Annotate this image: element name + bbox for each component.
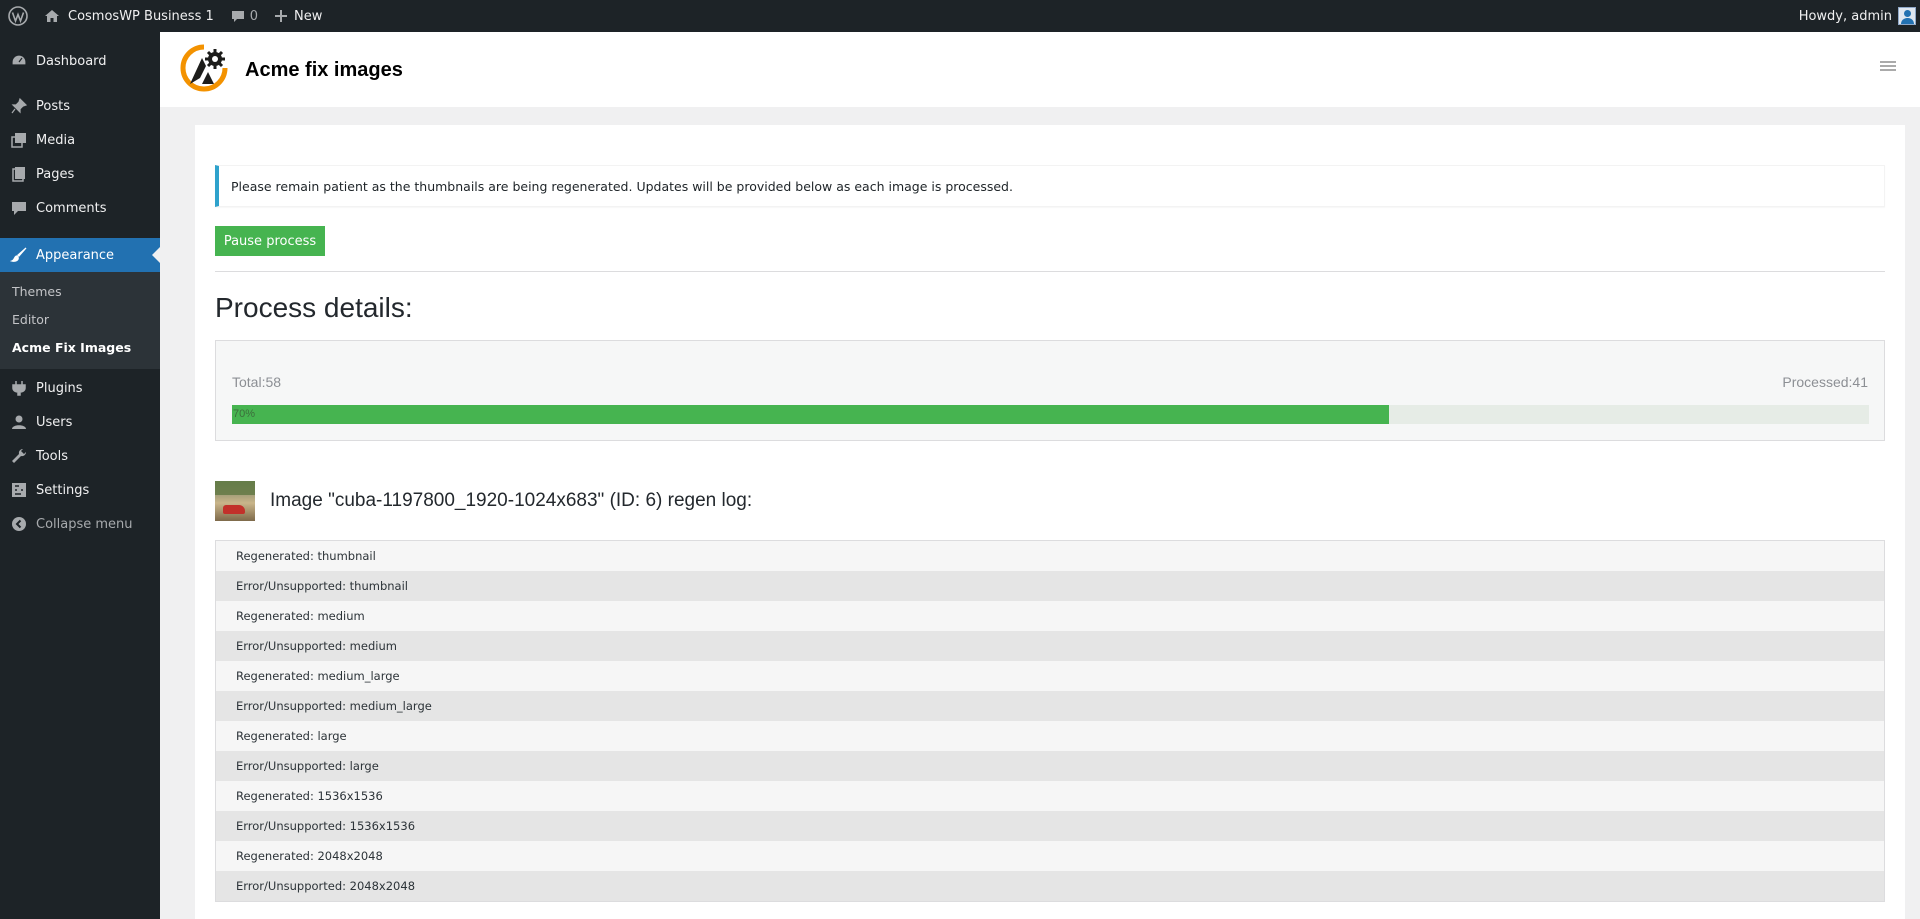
content-panel: Please remain patient as the thumbnails … (195, 125, 1905, 919)
page-title: Acme fix images (245, 59, 403, 81)
sidebar-item-appearance[interactable]: Appearance (0, 238, 160, 272)
image-thumbnail (215, 481, 255, 521)
pause-process-button[interactable]: Pause process (215, 226, 325, 256)
admin-sidebar: Dashboard Posts Media Pages Comments App… (0, 32, 160, 919)
log-row: Error/Unsupported: medium_large (216, 691, 1884, 721)
sidebar-item-comments[interactable]: Comments (0, 191, 160, 225)
site-name-label: CosmosWP Business 1 (68, 8, 214, 24)
new-content-link[interactable]: New (266, 0, 330, 32)
sidebar-item-users[interactable]: Users (0, 405, 160, 439)
my-account-link[interactable]: Howdy, admin (1791, 0, 1920, 32)
log-row: Error/Unsupported: large (216, 751, 1884, 781)
site-name-link[interactable]: CosmosWP Business 1 (36, 0, 222, 32)
sidebar-item-pages[interactable]: Pages (0, 157, 160, 191)
log-row: Regenerated: thumbnail (216, 541, 1884, 571)
plus-icon (274, 9, 288, 23)
log-row: Error/Unsupported: medium (216, 631, 1884, 661)
divider (215, 271, 1885, 272)
sidebar-item-label: Settings (36, 482, 90, 498)
process-stats-box: Total:58 Processed:41 70% (215, 340, 1885, 441)
image-log-header: Image "cuba-1197800_1920-1024x683" (ID: … (215, 481, 752, 521)
sidebar-item-label: Comments (36, 200, 107, 216)
log-row: Regenerated: large (216, 721, 1884, 751)
comment-icon (10, 199, 28, 217)
plugin-header: Acme fix images (160, 32, 1920, 107)
appearance-submenu: Themes Editor Acme Fix Images (0, 272, 160, 369)
sidebar-item-label: Posts (36, 98, 70, 114)
notice-text: Please remain patient as the thumbnails … (231, 178, 1013, 194)
sidebar-item-label: Appearance (36, 247, 115, 263)
brush-icon (10, 246, 28, 264)
log-row: Regenerated: medium_large (216, 661, 1884, 691)
submenu-item-themes[interactable]: Themes (12, 284, 62, 299)
sidebar-item-label: Collapse menu (36, 516, 133, 532)
sidebar-item-dashboard[interactable]: Dashboard (0, 44, 160, 78)
sidebar-item-label: Dashboard (36, 53, 107, 69)
settings-icon (10, 481, 28, 499)
submenu-item-editor[interactable]: Editor (12, 312, 49, 327)
collapse-menu-button[interactable]: Collapse menu (0, 507, 160, 541)
sidebar-item-media[interactable]: Media (0, 123, 160, 157)
log-row: Error/Unsupported: thumbnail (216, 571, 1884, 601)
sidebar-item-label: Plugins (36, 380, 83, 396)
comments-link[interactable]: 0 (222, 0, 266, 32)
hamburger-menu-icon[interactable] (1880, 58, 1896, 74)
pin-icon (10, 97, 28, 115)
image-log-heading: Image "cuba-1197800_1920-1024x683" (ID: … (270, 490, 753, 511)
new-label: New (294, 8, 323, 24)
sidebar-item-tools[interactable]: Tools (0, 439, 160, 473)
progress-percent-label: 70% (233, 408, 256, 420)
log-row: Error/Unsupported: 2048x2048 (216, 871, 1884, 901)
wrench-icon (10, 447, 28, 465)
sidebar-item-posts[interactable]: Posts (0, 89, 160, 123)
admin-bar: CosmosWP Business 1 0 New Howdy, admin (0, 0, 1920, 32)
log-row: Error/Unsupported: 1536x1536 (216, 811, 1884, 841)
info-notice: Please remain patient as the thumbnails … (215, 165, 1885, 207)
user-icon (10, 413, 28, 431)
dashboard-icon (10, 52, 28, 70)
collapse-icon (10, 515, 28, 533)
avatar (1898, 7, 1916, 25)
sidebar-item-label: Pages (36, 166, 75, 182)
sidebar-item-plugins[interactable]: Plugins (0, 371, 160, 405)
acme-logo-icon (180, 44, 228, 92)
plug-icon (10, 379, 28, 397)
sidebar-item-label: Media (36, 132, 76, 148)
howdy-label: Howdy, admin (1798, 8, 1892, 24)
progress-bar: 70% (232, 405, 1869, 424)
media-icon (10, 131, 28, 149)
pages-icon (10, 165, 28, 183)
progress-bar-fill (232, 405, 1389, 424)
home-icon (44, 8, 60, 24)
processed-count: Processed:41 (1782, 374, 1868, 390)
comment-bubble-icon (230, 8, 246, 24)
process-details-title: Process details: (215, 292, 413, 323)
log-row: Regenerated: medium (216, 601, 1884, 631)
wordpress-logo-icon[interactable] (0, 0, 36, 32)
comments-count: 0 (249, 8, 259, 24)
total-count: Total:58 (232, 374, 282, 390)
sidebar-item-label: Tools (36, 448, 69, 464)
submenu-item-acme-fix-images[interactable]: Acme Fix Images (12, 340, 131, 355)
log-row: Regenerated: 1536x1536 (216, 781, 1884, 811)
log-row: Regenerated: 2048x2048 (216, 841, 1884, 871)
regen-log-table: Regenerated: thumbnail Error/Unsupported:… (215, 540, 1885, 902)
sidebar-item-label: Users (36, 414, 73, 430)
sidebar-item-settings[interactable]: Settings (0, 473, 160, 507)
